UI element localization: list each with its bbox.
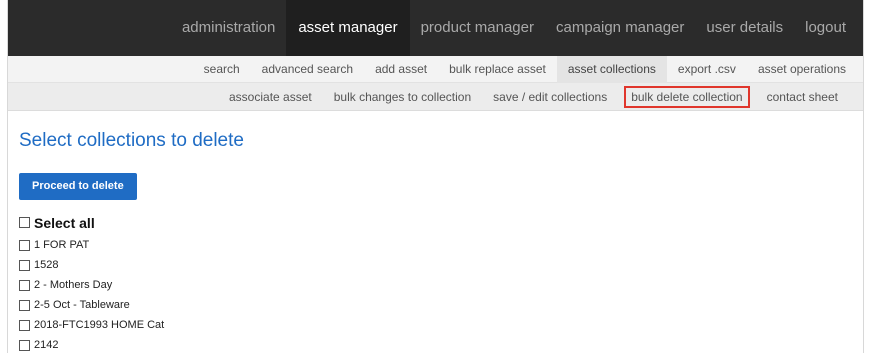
nav-administration[interactable]: administration [171, 0, 286, 56]
nav-logout[interactable]: logout [794, 0, 857, 56]
nav-asset-manager[interactable]: asset manager [286, 0, 410, 56]
subnav-advanced-search[interactable]: advanced search [251, 56, 364, 83]
collection-label: 2142 [34, 339, 59, 351]
collection-list: 1 FOR PAT 1528 2 - Mothers Day 2-5 Oct -… [19, 235, 852, 353]
collection-checkbox[interactable] [19, 279, 30, 291]
app-frame: administration asset manager product man… [7, 0, 864, 353]
subnav2-bulk-changes[interactable]: bulk changes to collection [323, 83, 482, 111]
select-all-label: Select all [34, 214, 95, 231]
subnav-export-csv[interactable]: export .csv [667, 56, 747, 83]
list-item[interactable]: 2 - Mothers Day [19, 275, 852, 295]
top-navigation: administration asset manager product man… [8, 0, 863, 56]
nav-campaign-manager[interactable]: campaign manager [545, 0, 695, 56]
collection-label: 1 FOR PAT [34, 239, 90, 251]
asset-manager-subnav: search advanced search add asset bulk re… [8, 55, 863, 83]
collection-checkbox[interactable] [19, 319, 30, 331]
nav-product-manager[interactable]: product manager [410, 0, 545, 56]
nav-user-details[interactable]: user details [695, 0, 794, 56]
collection-checkbox[interactable] [19, 259, 30, 271]
subnav2-save-edit-collections[interactable]: save / edit collections [482, 83, 618, 111]
collection-checkbox[interactable] [19, 299, 30, 311]
main-content: Select collections to delete Proceed to … [8, 130, 863, 353]
subnav-asset-operations[interactable]: asset operations [747, 56, 857, 83]
select-all-checkbox[interactable] [19, 217, 30, 228]
subnav-search[interactable]: search [193, 56, 251, 83]
list-item[interactable]: 2-5 Oct - Tableware [19, 295, 852, 315]
proceed-to-delete-button[interactable]: Proceed to delete [19, 173, 137, 200]
subnav2-associate-asset[interactable]: associate asset [218, 83, 323, 111]
subnav-bulk-replace-asset[interactable]: bulk replace asset [438, 56, 557, 83]
subnav-add-asset[interactable]: add asset [364, 56, 438, 83]
collection-checkbox[interactable] [19, 339, 30, 351]
subnav-asset-collections[interactable]: asset collections [556, 55, 667, 83]
list-item[interactable]: 2018-FTC1993 HOME Cat [19, 315, 852, 335]
collection-label: 2 - Mothers Day [34, 279, 113, 291]
collection-label: 1528 [34, 259, 59, 271]
collection-label: 2018-FTC1993 HOME Cat [34, 319, 165, 331]
collections-subnav: associate asset bulk changes to collecti… [8, 83, 863, 111]
collection-checkbox[interactable] [19, 239, 30, 251]
select-all-option[interactable]: Select all [19, 214, 852, 231]
list-item[interactable]: 2142 [19, 335, 852, 353]
page-title: Select collections to delete [19, 130, 244, 151]
list-item[interactable]: 1528 [19, 255, 852, 275]
collection-label: 2-5 Oct - Tableware [34, 299, 130, 311]
list-item[interactable]: 1 FOR PAT [19, 235, 852, 255]
subnav2-bulk-delete-collection[interactable]: bulk delete collection [624, 85, 750, 108]
subnav2-contact-sheet[interactable]: contact sheet [756, 83, 849, 111]
